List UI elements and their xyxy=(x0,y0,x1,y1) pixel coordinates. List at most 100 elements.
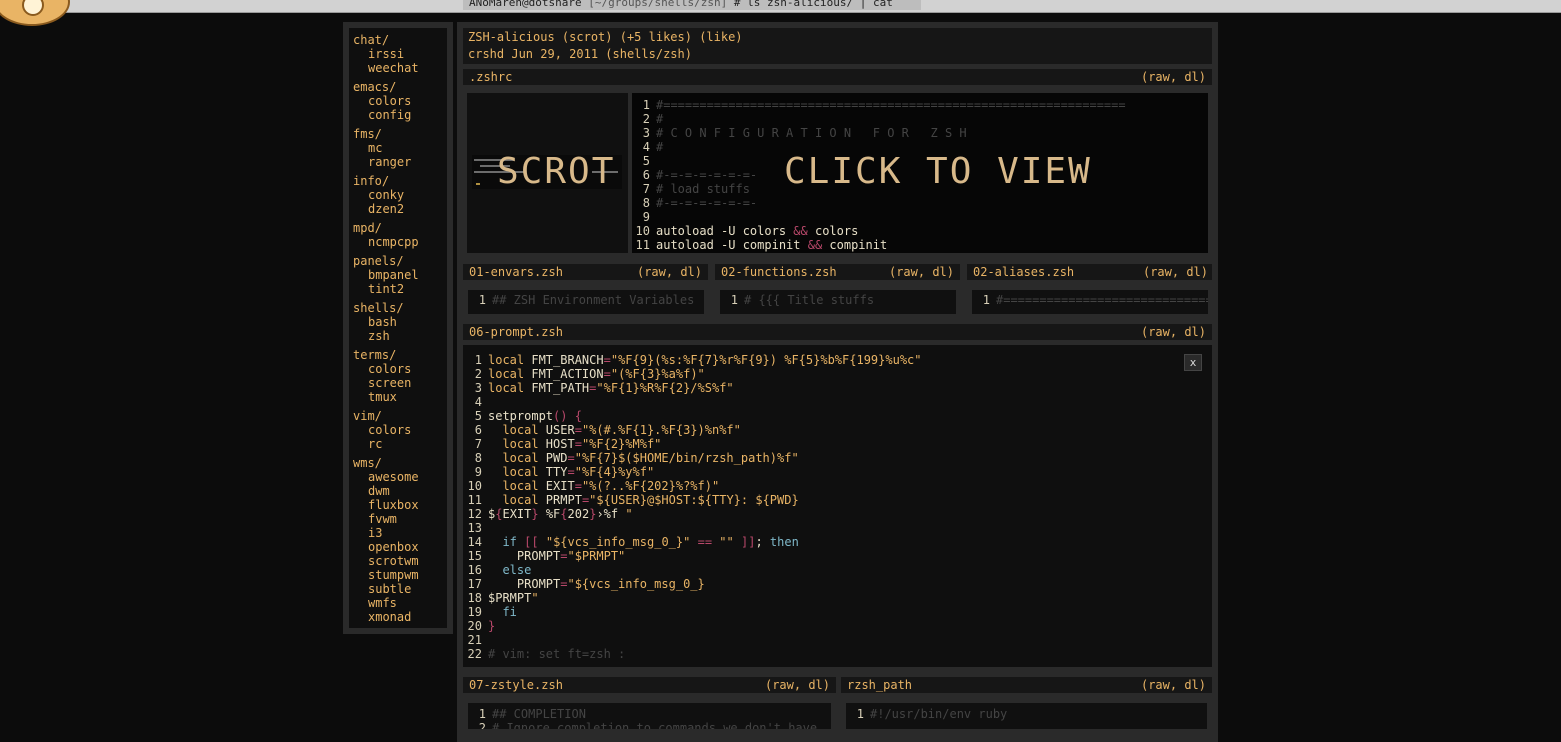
prompt-user-host: ANoMaren@dotshare xyxy=(469,0,582,9)
small-file-title[interactable]: 01-envars.zsh xyxy=(469,264,563,280)
sidebar-category: info/conky dzen2 xyxy=(353,174,443,216)
terminal-prompt: ANoMaren@dotshare [~/groups/shells/zsh] … xyxy=(463,0,921,10)
sidebar-category-link[interactable]: emacs/ xyxy=(353,80,443,94)
line-number: 21 xyxy=(467,633,482,647)
code-line: 10 local EXIT="%(?..%F{202}%?%f)" xyxy=(466,479,922,493)
line-number: 1 xyxy=(478,293,486,307)
small-file-preview[interactable]: 1 #=============================== xyxy=(972,290,1208,314)
line-text: # xyxy=(656,140,664,154)
sidebar-category-link[interactable]: panels/ xyxy=(353,254,443,268)
sidebar-item-link[interactable]: colors xyxy=(353,362,443,376)
bottom-file-raw-dl[interactable]: (raw, dl) xyxy=(765,677,830,693)
sidebar-item-link[interactable]: xmonad xyxy=(353,610,443,624)
sidebar-category-link[interactable]: mpd/ xyxy=(353,221,443,235)
click-to-view[interactable]: CLICK TO VIEW xyxy=(784,151,1092,192)
prompt-file-title[interactable]: 06-prompt.zsh xyxy=(469,324,563,340)
line-number: 19 xyxy=(467,605,482,619)
sidebar-item-link[interactable]: conky xyxy=(353,188,443,202)
small-file-raw-dl[interactable]: (raw, dl) xyxy=(889,264,954,280)
sidebar-item-link[interactable]: awesome xyxy=(353,470,443,484)
sidebar-item-link[interactable]: config xyxy=(353,108,443,122)
sidebar-item-link[interactable]: i3 xyxy=(353,526,443,540)
line-text: PROMPT="${vcs_info_msg_0_} xyxy=(488,577,705,591)
close-button[interactable]: x xyxy=(1184,354,1202,371)
zshrc-raw-dl[interactable]: (raw, dl) xyxy=(1141,69,1206,85)
sidebar-category-link[interactable]: fms/ xyxy=(353,127,443,141)
small-file-title[interactable]: 02-aliases.zsh xyxy=(973,264,1074,280)
line-text: } xyxy=(488,619,496,633)
prompt-file-code[interactable]: 1 local FMT_BRANCH="%F{9}(%s:%F{7}%r%F{9}… xyxy=(463,345,1212,667)
sidebar-category-link[interactable]: vim/ xyxy=(353,409,443,423)
line-number: 22 xyxy=(467,647,482,661)
post-title[interactable]: ZSH-alicious (scrot) (+5 likes) (like) xyxy=(468,29,743,45)
sidebar-item-link[interactable]: tmux xyxy=(353,390,443,404)
scrot-label[interactable]: SCROT xyxy=(497,151,615,192)
small-file-raw-dl[interactable]: (raw, dl) xyxy=(637,264,702,280)
line-number: 10 xyxy=(635,224,650,238)
prompt-file-raw-dl[interactable]: (raw, dl) xyxy=(1141,324,1206,340)
sidebar-item-link[interactable]: zsh xyxy=(353,329,443,343)
sidebar-item-link[interactable]: ranger xyxy=(353,155,443,169)
sidebar-category: emacs/colors config xyxy=(353,80,443,122)
line-text: #!/usr/bin/env ruby xyxy=(870,707,1008,721)
small-file-raw-dl[interactable]: (raw, dl) xyxy=(1143,264,1208,280)
line-text: # Ignore completion to commands we don't… xyxy=(492,721,818,729)
sidebar-item-link[interactable]: fluxbox xyxy=(353,498,443,512)
sidebar-category-link[interactable]: wms/ xyxy=(353,456,443,470)
line-number: 1 xyxy=(730,293,738,307)
line-text: local FMT_BRANCH="%F{9}(%s:%F{7}%r%F{9})… xyxy=(488,353,922,367)
small-file-preview[interactable]: 1 # {{{ Title stuffs xyxy=(720,290,956,314)
line-text: local TTY="%F{4}%y%f" xyxy=(502,465,655,479)
sidebar-item-link[interactable]: colors xyxy=(353,94,443,108)
sidebar-category-link[interactable]: terms/ xyxy=(353,348,443,362)
sidebar-category: wms/awesome dwm fluxbox fvwm i3 openbox scrotw… xyxy=(353,456,443,624)
bottom-file-preview[interactable]: 1 #!/usr/bin/env ruby xyxy=(846,703,1207,729)
bottom-file-preview[interactable]: 1 ## COMPLETION 2 # Ignore completion to co… xyxy=(468,703,831,729)
logo-icon[interactable] xyxy=(0,0,70,26)
sidebar-item-link[interactable]: dwm xyxy=(353,484,443,498)
sidebar-item-link[interactable]: tint2 xyxy=(353,282,443,296)
line-number: 8 xyxy=(474,451,482,465)
sidebar-item-link[interactable]: mc xyxy=(353,141,443,155)
sidebar-item-link[interactable]: screen xyxy=(353,376,443,390)
small-file-line: 1 #=============================== xyxy=(974,293,1208,307)
code-line: 21 xyxy=(466,633,922,647)
line-number: 11 xyxy=(467,493,482,507)
line-number: 3 xyxy=(642,126,650,140)
sidebar-category-link[interactable]: shells/ xyxy=(353,301,443,315)
sidebar-item-link[interactable]: weechat xyxy=(353,61,443,75)
line-text: #=======================================… xyxy=(656,98,1126,112)
prompt-file-header: 06-prompt.zsh (raw, dl) xyxy=(463,324,1212,340)
sidebar-item-link[interactable]: openbox xyxy=(353,540,443,554)
sidebar-item-link[interactable]: scrotwm xyxy=(353,554,443,568)
line-number: 10 xyxy=(467,479,482,493)
code-line: 2 local FMT_ACTION="(%F{3}%a%f)" xyxy=(466,367,922,381)
line-text: ## ZSH Environment Variables xyxy=(492,293,695,307)
zshrc-title[interactable]: .zshrc xyxy=(469,69,512,85)
bottom-file-raw-dl[interactable]: (raw, dl) xyxy=(1141,677,1206,693)
sidebar-item-link[interactable]: colors xyxy=(353,423,443,437)
sidebar-item-link[interactable]: ncmpcpp xyxy=(353,235,443,249)
sidebar-category-link[interactable]: info/ xyxy=(353,174,443,188)
code-line: 19 fi xyxy=(466,605,922,619)
sidebar-item-link[interactable]: wmfs xyxy=(353,596,443,610)
sidebar-item-link[interactable]: rc xyxy=(353,437,443,451)
sidebar-item-link[interactable]: bmpanel xyxy=(353,268,443,282)
line-number: 5 xyxy=(642,154,650,168)
sidebar-item-link[interactable]: fvwm xyxy=(353,512,443,526)
sidebar-item-link[interactable]: irssi xyxy=(353,47,443,61)
code-line: 1 #======================================… xyxy=(634,98,1126,112)
line-text: ## COMPLETION xyxy=(492,707,586,721)
sidebar-category-link[interactable]: chat/ xyxy=(353,33,443,47)
sidebar-item-link[interactable]: stumpwm xyxy=(353,568,443,582)
bottom-file-title[interactable]: 07-zstyle.zsh xyxy=(469,677,563,693)
code-line: 12 ${EXIT} %F{202}›%f " xyxy=(466,507,922,521)
bottom-file-title[interactable]: rzsh_path xyxy=(847,677,912,693)
line-text: # vim: set ft=zsh : xyxy=(488,647,626,661)
small-file-preview[interactable]: 1 ## ZSH Environment Variables xyxy=(468,290,704,314)
sidebar-item-link[interactable]: dzen2 xyxy=(353,202,443,216)
small-file-title[interactable]: 02-functions.zsh xyxy=(721,264,837,280)
sidebar-item-link[interactable]: subtle xyxy=(353,582,443,596)
post-meta[interactable]: crshd Jun 29, 2011 (shells/zsh) xyxy=(468,46,692,62)
sidebar-item-link[interactable]: bash xyxy=(353,315,443,329)
